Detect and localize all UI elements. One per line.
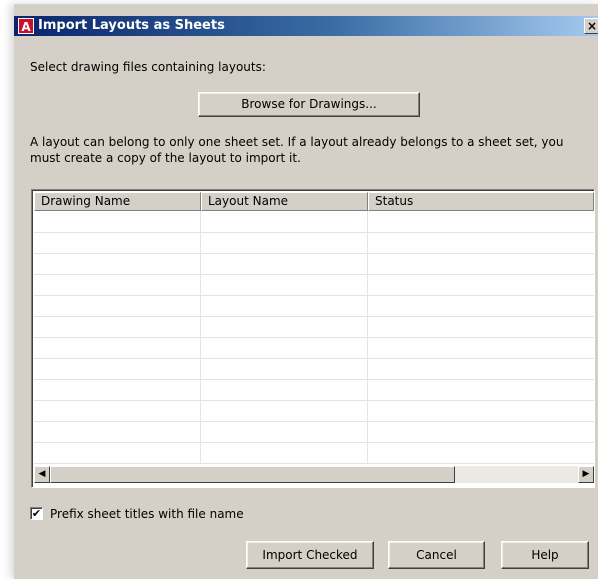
scroll-right-arrow-icon[interactable]: ▶	[578, 466, 594, 483]
close-button[interactable]: ×	[584, 18, 598, 34]
window-title: Import Layouts as Sheets	[38, 18, 225, 33]
browse-for-drawings-button[interactable]: Browse for Drawings...	[198, 92, 420, 117]
scrollbar-thumb[interactable]	[50, 466, 455, 483]
title-bar[interactable]: A Import Layouts as Sheets ×	[14, 16, 598, 36]
grid-row-line	[34, 442, 594, 443]
column-header-drawing-name[interactable]: Drawing Name	[34, 192, 201, 211]
grid-row-line	[34, 295, 594, 296]
info-text: A layout can belong to only one sheet se…	[30, 135, 564, 165]
select-files-label: Select drawing files containing layouts:	[30, 60, 266, 74]
prefix-checkbox-label[interactable]: Prefix sheet titles with file name	[50, 506, 244, 522]
autocad-app-icon: A	[18, 18, 34, 34]
import-layouts-dialog: A Import Layouts as Sheets × Select draw…	[14, 4, 598, 579]
grid-column-line	[200, 211, 201, 464]
prefix-sheet-titles-checkbox[interactable]: ✔	[30, 507, 43, 520]
grid-row-line	[34, 400, 594, 401]
cancel-button[interactable]: Cancel	[388, 541, 485, 569]
grid-row-line	[34, 463, 594, 464]
layouts-list[interactable]: Drawing Name Layout Name Status ◀ ▶	[31, 189, 595, 488]
import-checked-button[interactable]: Import Checked	[246, 541, 374, 569]
column-header-status[interactable]: Status	[368, 192, 594, 211]
scroll-left-arrow-icon[interactable]: ◀	[34, 466, 50, 483]
help-button[interactable]: Help	[501, 541, 589, 569]
grid-row-line	[34, 253, 594, 254]
grid-row-line	[34, 421, 594, 422]
grid-column-line	[367, 211, 368, 464]
grid-row-line	[34, 316, 594, 317]
grid-row-line	[34, 232, 594, 233]
grid-row-line	[34, 274, 594, 275]
column-header-layout-name[interactable]: Layout Name	[201, 192, 368, 211]
list-header: Drawing Name Layout Name Status	[34, 192, 594, 211]
grid-row-line	[34, 337, 594, 338]
list-grid	[34, 211, 594, 464]
horizontal-scrollbar[interactable]: ◀ ▶	[34, 466, 594, 483]
grid-row-line	[34, 379, 594, 380]
grid-row-line	[34, 358, 594, 359]
